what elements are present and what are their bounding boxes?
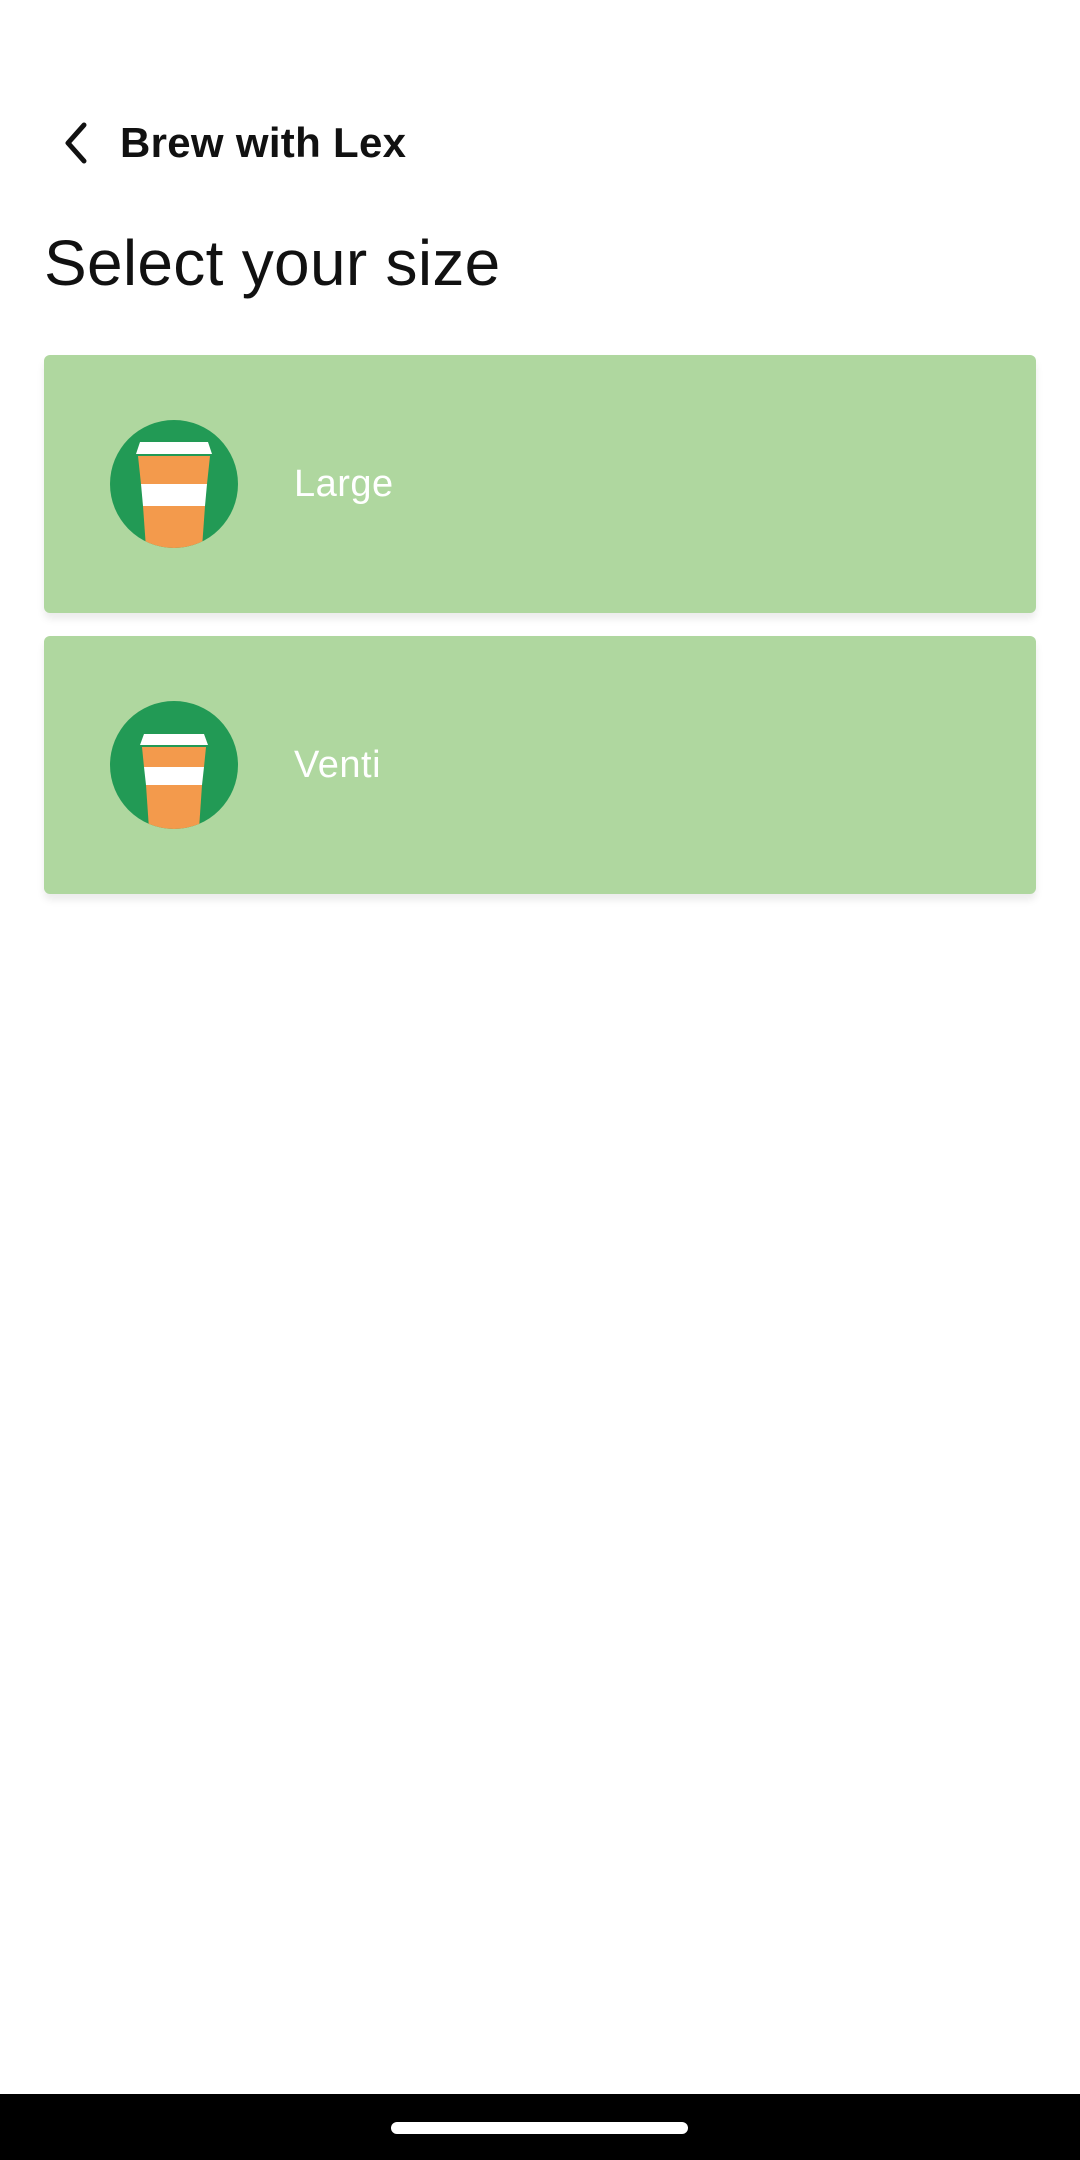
chevron-left-icon: [65, 122, 87, 164]
back-button[interactable]: [44, 111, 108, 175]
size-list: Large Venti: [44, 355, 1036, 917]
coffee-cup-icon: [110, 420, 238, 548]
coffee-cup-icon: [110, 701, 238, 829]
home-gesture-handle[interactable]: [391, 2122, 688, 2134]
size-label: Large: [294, 462, 394, 505]
size-option-large[interactable]: Large: [44, 355, 1036, 613]
size-option-venti[interactable]: Venti: [44, 636, 1036, 894]
app-title: Brew with Lex: [120, 119, 407, 166]
system-navigation-bar: [0, 2094, 1080, 2160]
screen: Brew with Lex Select your size Large Ven…: [0, 0, 1080, 2160]
app-header: Brew with Lex: [0, 88, 1080, 198]
page-title: Select your size: [44, 227, 501, 299]
size-label: Venti: [294, 743, 382, 786]
